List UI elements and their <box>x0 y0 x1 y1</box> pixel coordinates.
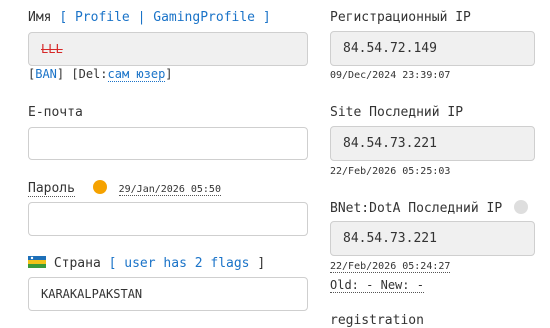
name-label: Имя <box>28 10 52 25</box>
bnet-dota-ip-field[interactable]: 84.54.73.221 <box>330 221 535 256</box>
email-label: E-почта <box>28 105 83 120</box>
old-new-row: Old: - New: - <box>330 278 424 293</box>
site-last-ip-date: 22/Feb/2026 05:25:03 <box>330 166 451 177</box>
registration-label: registration <box>330 313 424 328</box>
gaming-profile-link[interactable]: GamingProfile <box>153 10 255 25</box>
name-label-row: Имя [ Profile | GamingProfile ] <box>28 10 271 25</box>
name-field[interactable]: LLL <box>28 32 308 66</box>
country-label-row: Страна [ user has 2 flags ] <box>28 256 265 271</box>
password-date: 29/Jan/2026 05:50 <box>118 184 221 196</box>
new-value: - <box>416 278 424 292</box>
country-bracket-close: ] <box>257 256 266 271</box>
bnet-dota-ip-label-row: BNet:DotA Последний IP <box>330 200 529 216</box>
profile-link[interactable]: Profile <box>75 10 130 25</box>
password-field[interactable] <box>28 202 308 236</box>
site-last-ip-value: 84.54.73.221 <box>343 136 437 151</box>
karakalpakstan-flag-icon <box>28 256 46 268</box>
bnet-dota-ip-value: 84.54.73.221 <box>343 231 437 246</box>
ban-bracket-close: ] <box>165 67 173 81</box>
registration-ip-field[interactable]: 84.54.72.149 <box>330 31 535 66</box>
registration-ip-date: 09/Dec/2024 23:39:07 <box>330 70 451 81</box>
delete-prefix: ] [Del: <box>56 67 108 81</box>
old-value: - <box>366 278 374 292</box>
delete-user-link[interactable]: сам юзер <box>107 67 166 82</box>
country-field[interactable]: KARAKALPAKSTAN <box>28 277 308 311</box>
country-bracket-open: [ <box>108 256 117 271</box>
country-label: Страна <box>53 256 101 271</box>
bracket-close: ] <box>262 10 271 25</box>
ban-link[interactable]: BAN <box>35 67 57 81</box>
user-flags-link[interactable]: user has 2 flags <box>124 256 249 271</box>
old-label: Old: <box>330 278 359 292</box>
bnet-dota-ip-date: 22/Feb/2026 05:24:27 <box>330 261 451 273</box>
registration-ip-value: 84.54.72.149 <box>343 41 437 56</box>
site-last-ip-field[interactable]: 84.54.73.221 <box>330 126 535 161</box>
email-field[interactable] <box>28 127 308 160</box>
password-label: Пароль <box>28 181 75 197</box>
ban-row: [BAN] [Del:сам юзер] <box>28 67 173 82</box>
password-label-row: Пароль 29/Jan/2026 05:50 <box>28 180 221 197</box>
registration-ip-label: Регистрационный IP <box>330 10 471 25</box>
old-new-text: Old: - New: - <box>330 278 424 293</box>
bracket-open: [ <box>59 10 68 25</box>
grey-status-dot-icon <box>514 200 529 214</box>
country-value: KARAKALPAKSTAN <box>41 287 143 301</box>
bnet-dota-ip-label: BNet:DotA Последний IP <box>330 201 503 216</box>
site-last-ip-label: Site Последний IP <box>330 105 464 120</box>
name-value: LLL <box>41 42 63 56</box>
new-label: New: <box>380 278 410 292</box>
orange-status-dot-icon <box>92 180 107 194</box>
separator: | <box>137 10 146 25</box>
